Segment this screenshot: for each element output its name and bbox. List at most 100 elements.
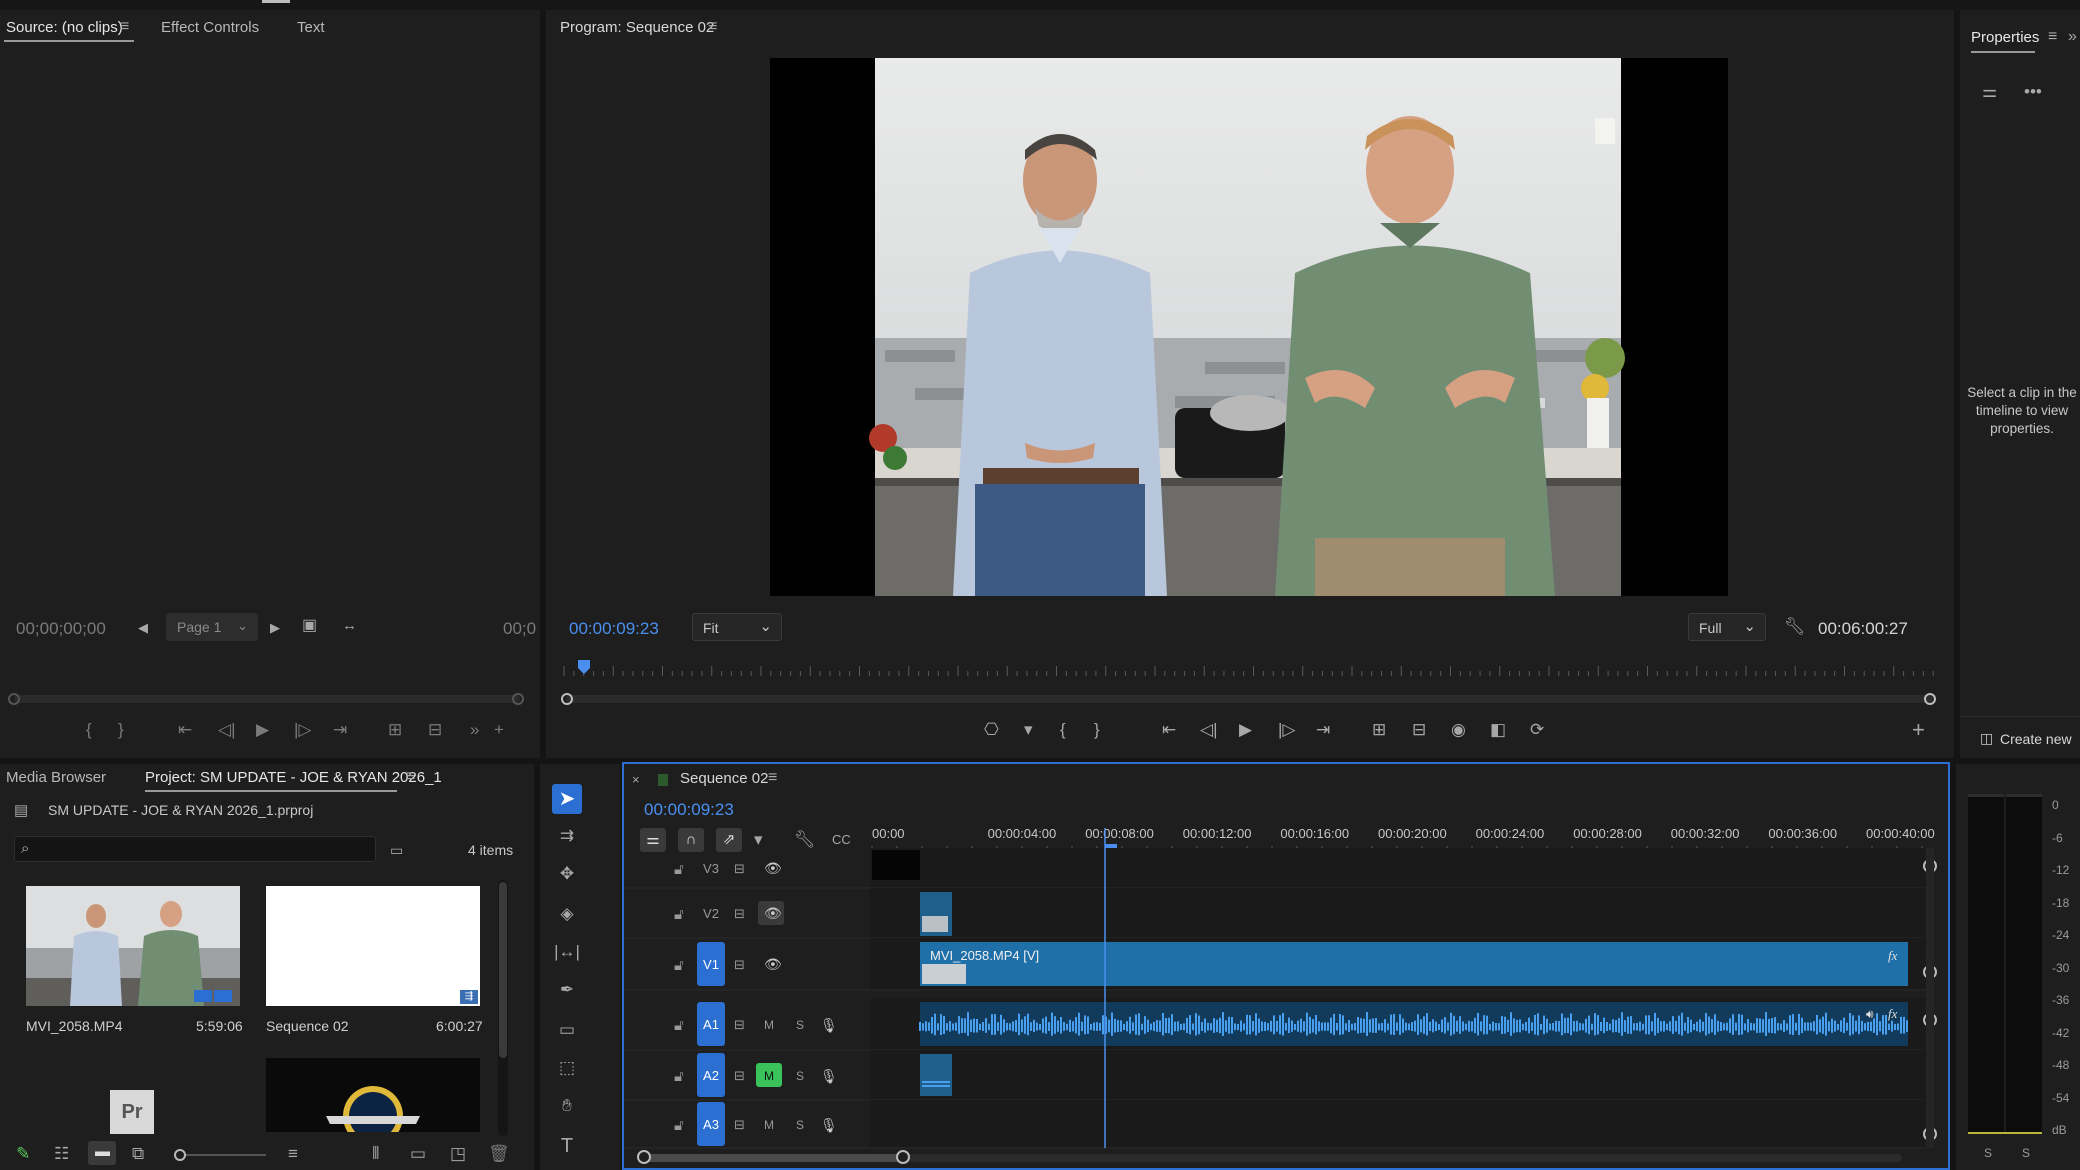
- project-item-prproj[interactable]: Pr: [26, 1058, 240, 1134]
- track-label[interactable]: A3: [703, 1117, 719, 1132]
- insert-icon[interactable]: ⊞: [388, 720, 402, 740]
- add-marker-icon[interactable]: ▾: [754, 830, 763, 850]
- overwrite-icon[interactable]: ⊟: [428, 720, 442, 740]
- timeline-menu-icon[interactable]: ≡: [768, 769, 777, 787]
- settings-wrench-icon[interactable]: 🔧︎: [1784, 617, 1806, 637]
- program-timecode[interactable]: 00:00:09:23: [569, 619, 659, 639]
- track-lane[interactable]: [870, 1050, 1926, 1100]
- list-view-icon[interactable]: ☷: [54, 1144, 69, 1164]
- solo-left-button[interactable]: S: [1984, 1146, 1992, 1160]
- solo-button[interactable]: S: [796, 1118, 804, 1132]
- tab-project[interactable]: Project: SM UPDATE - JOE & RYAN 2026_1: [145, 769, 442, 786]
- properties-title[interactable]: Properties: [1971, 29, 2039, 46]
- project-menu-icon[interactable]: ≡: [406, 768, 415, 786]
- add-marker-icon[interactable]: ▾: [1024, 720, 1033, 740]
- slip-tool-icon[interactable]: |↔|: [554, 942, 580, 962]
- lock-icon[interactable]: 🔓︎: [674, 1016, 684, 1034]
- project-scrollbar[interactable]: [498, 880, 508, 1136]
- timeline-tab[interactable]: Sequence 02: [680, 770, 768, 787]
- type-tool-icon[interactable]: T: [554, 1136, 580, 1156]
- captions-icon[interactable]: CC: [832, 830, 851, 850]
- new-bin-from-search-icon[interactable]: ▭: [390, 840, 403, 860]
- source-menu-icon[interactable]: ≡: [120, 18, 129, 36]
- step-back-icon[interactable]: ◁|: [1200, 720, 1218, 740]
- solo-button[interactable]: S: [796, 1069, 804, 1083]
- mark-out-icon[interactable]: }: [1094, 720, 1100, 740]
- extract-icon[interactable]: ⊟: [1412, 720, 1426, 740]
- h-scroll-left-handle[interactable]: [637, 1150, 651, 1164]
- save-frame-icon[interactable]: ▣: [302, 616, 317, 636]
- project-item-clip[interactable]: [26, 886, 240, 1006]
- go-to-out-icon[interactable]: ⇥: [333, 720, 347, 740]
- mic-icon[interactable]: 🎙︎: [820, 1117, 838, 1134]
- lift-icon[interactable]: ⎔: [984, 720, 999, 740]
- program-scrub-bar[interactable]: [566, 695, 1934, 703]
- program-ruler[interactable]: [560, 658, 1944, 682]
- h-scroll-right-handle[interactable]: [896, 1150, 910, 1164]
- timeline-timecode[interactable]: 00:00:09:23: [644, 800, 734, 820]
- timeline-settings-icon[interactable]: 🔧︎: [794, 830, 816, 850]
- mark-in-icon[interactable]: {: [1060, 720, 1066, 740]
- lift-clip-icon[interactable]: ⊞: [1372, 720, 1386, 740]
- play-icon[interactable]: ▶: [256, 720, 269, 740]
- mark-out-icon[interactable]: }: [118, 720, 124, 740]
- add-button-icon[interactable]: +: [1912, 719, 1925, 741]
- step-forward-icon[interactable]: |▷: [1278, 720, 1296, 740]
- proxy-toggle-icon[interactable]: ⟳: [1530, 720, 1544, 740]
- track-label[interactable]: V2: [703, 906, 719, 921]
- h-scroll-thumb[interactable]: [642, 1154, 902, 1162]
- clip-a2[interactable]: [920, 1054, 952, 1096]
- mark-in-icon[interactable]: {: [86, 720, 92, 740]
- new-bin-icon[interactable]: ▭: [410, 1144, 426, 1164]
- track-label[interactable]: V3: [703, 861, 719, 876]
- clip-v3-black[interactable]: [872, 850, 920, 880]
- create-new-button[interactable]: ◫ Create new: [1978, 718, 2080, 760]
- rectangle-tool-icon[interactable]: ▭: [554, 1020, 580, 1040]
- sync-lock-icon[interactable]: ⊟: [734, 1118, 745, 1133]
- track-lane[interactable]: [870, 848, 1926, 888]
- expand-panels-icon[interactable]: »: [2068, 28, 2077, 46]
- sync-lock-icon[interactable]: ⊟: [734, 862, 745, 877]
- razor-tool-icon[interactable]: ◈: [554, 904, 580, 924]
- eye-icon[interactable]: 👁︎: [764, 861, 782, 877]
- sync-lock-icon[interactable]: ⊟: [734, 1069, 745, 1084]
- track-lane[interactable]: [870, 1100, 1926, 1148]
- project-search-input[interactable]: ⌕: [14, 836, 376, 862]
- go-to-out-icon[interactable]: ⇥: [1316, 720, 1330, 740]
- zoom-slider[interactable]: [174, 1149, 266, 1161]
- more-options-icon[interactable]: •••: [2024, 82, 2042, 102]
- track-label[interactable]: A2: [703, 1068, 719, 1083]
- mic-icon[interactable]: 🎙︎: [820, 1017, 838, 1034]
- step-forward-icon[interactable]: |▷: [294, 720, 312, 740]
- program-menu-icon[interactable]: ≡: [708, 18, 717, 36]
- clip-v1[interactable]: [920, 942, 1908, 986]
- quality-select[interactable]: Full ⌄: [1688, 613, 1766, 641]
- ripple-edit-tool-icon[interactable]: ✥: [554, 864, 580, 884]
- pen-tool-icon[interactable]: ✒: [554, 980, 580, 1000]
- sync-lock-icon[interactable]: ⊟: [734, 1018, 745, 1033]
- sync-lock-icon[interactable]: ⊟: [734, 907, 745, 922]
- tab-effect-controls[interactable]: Effect Controls: [161, 19, 259, 36]
- add-button-icon[interactable]: +: [494, 720, 504, 740]
- close-tab-icon[interactable]: ×: [632, 770, 640, 790]
- tab-text[interactable]: Text: [297, 19, 325, 36]
- play-icon[interactable]: ▶: [1239, 720, 1252, 740]
- track-label[interactable]: A1: [703, 1017, 719, 1032]
- solo-right-button[interactable]: S: [2022, 1146, 2030, 1160]
- track-lane[interactable]: [870, 888, 1926, 938]
- automate-to-sequence-icon[interactable]: ⦀: [372, 1144, 379, 1164]
- lock-icon[interactable]: 🔓︎: [674, 1067, 684, 1085]
- lock-icon[interactable]: 🔓︎: [674, 905, 684, 923]
- fit-select[interactable]: Fit ⌄: [692, 613, 782, 641]
- scrollbar-thumb[interactable]: [499, 882, 507, 1058]
- timeline-v-scrollbar[interactable]: [1926, 848, 1934, 1148]
- page-select[interactable]: Page 1 ⌄: [166, 613, 258, 641]
- program-scrub-end[interactable]: [1924, 693, 1936, 705]
- zoom-slider-knob[interactable]: [174, 1149, 186, 1161]
- properties-settings-icon[interactable]: ⚌: [1982, 82, 1997, 102]
- lock-icon[interactable]: 🔓︎: [674, 860, 684, 878]
- tab-source[interactable]: Source: (no clips): [6, 19, 123, 36]
- next-page-icon[interactable]: ▶: [270, 618, 280, 638]
- timeline-h-scrollbar[interactable]: [642, 1154, 1902, 1162]
- source-scrub-end[interactable]: [512, 693, 524, 705]
